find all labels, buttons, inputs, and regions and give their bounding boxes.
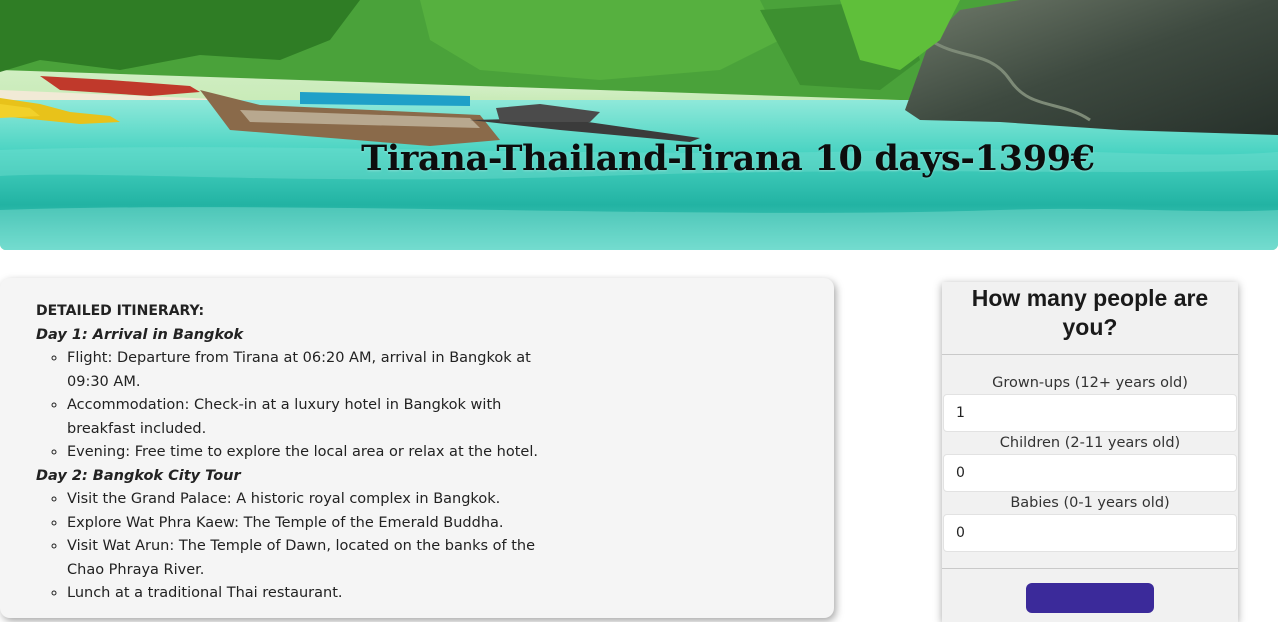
itinerary-content: DETAILED ITINERARY: Day 1: Arrival in Ba… [36,300,556,606]
beach-scene-image [0,0,1278,250]
activity-list: Flight: Departure from Tirana at 06:20 A… [36,347,556,465]
form-divider [942,568,1238,569]
activity-item: Explore Wat Phra Kaew: The Temple of the… [67,512,556,536]
adults-input[interactable] [943,394,1237,432]
children-input[interactable] [943,454,1237,492]
activity-item: Visit the Grand Palace: A historic royal… [67,488,556,512]
itinerary-card: DETAILED ITINERARY: Day 1: Arrival in Ba… [0,278,834,618]
activity-item: Evening: Free time to explore the local … [67,441,556,465]
page-title: Tirana-Thailand-Tirana 10 days-1399€ [361,138,1095,179]
babies-label: Babies (0-1 years old) [1010,495,1170,511]
activity-item: Lunch at a traditional Thai restaurant. [67,582,556,606]
activity-item: Flight: Departure from Tirana at 06:20 A… [67,347,556,394]
activity-list: Visit the Grand Palace: A historic royal… [36,488,556,606]
submit-button[interactable] [1026,583,1154,613]
activity-item: Visit Wat Arun: The Temple of Dawn, loca… [67,535,556,582]
form-title: How many people are you? [942,282,1238,355]
activity-item: Accommodation: Check-in at a luxury hote… [67,394,556,441]
booking-form-card: How many people are you? Grown-ups (12+ … [942,282,1238,622]
children-label: Children (2-11 years old) [999,435,1181,451]
day-title: Day 2: Bangkok City Tour [36,467,241,484]
babies-input[interactable] [943,514,1237,552]
hero-banner: Tirana-Thailand-Tirana 10 days-1399€ [0,0,1278,250]
day-title: Day 1: Arrival in Bangkok [36,326,244,343]
adults-label: Grown-ups (12+ years old) [992,375,1188,391]
itinerary-heading: DETAILED ITINERARY: [36,303,205,319]
